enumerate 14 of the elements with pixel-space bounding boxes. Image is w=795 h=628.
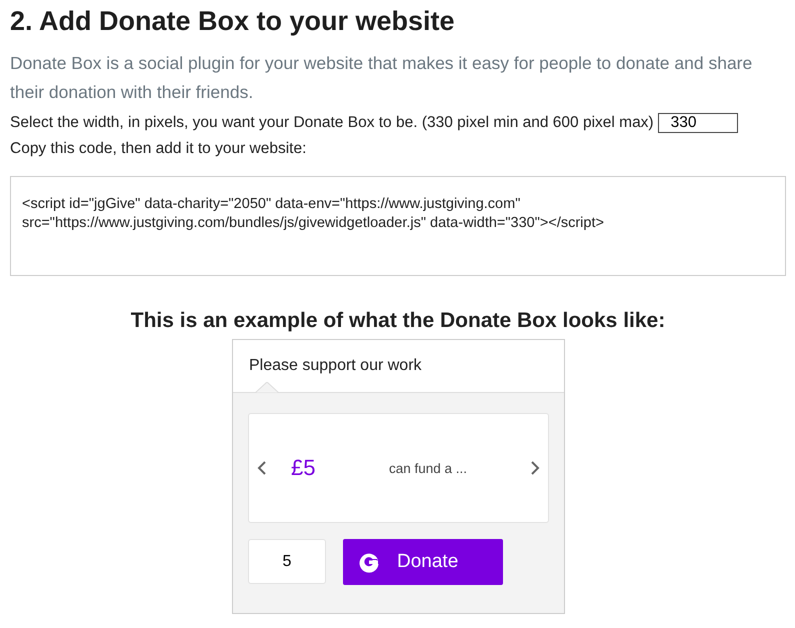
code-textarea[interactable]: <script id="jgGive" data-charity="2050" data-env="https://www.justgiving.com" src="https://www.justgiving.com/bundles/js/givewidgetloader.js" data-width="330"></script> [10,176,786,276]
widget-title: Please support our work [249,357,422,375]
amount-field[interactable]: 5 [248,539,326,584]
copy-label: Copy this code, then add it to your website: [10,140,308,158]
chevron-left-icon[interactable] [257,460,267,476]
width-label: Select the width, in pixels, you want your Donate Box to be. (330 pixel min and 600 pixel max) [10,114,654,132]
donate-button[interactable]: Donate [343,539,503,585]
amount-text: £5 [291,455,316,481]
example-heading: This is an example of what the Donate Box looks like: [130,309,666,333]
width-field[interactable]: 330 [658,113,738,133]
chevron-right-icon[interactable] [530,460,540,476]
section-heading: 2. Add Donate Box to your website [10,6,456,37]
amount-description: can fund a ... [389,460,468,476]
intro-paragraph: Donate Box is a social plugin for your website that makes it easy for people to donate and share their donation with their friends. [10,52,754,104]
